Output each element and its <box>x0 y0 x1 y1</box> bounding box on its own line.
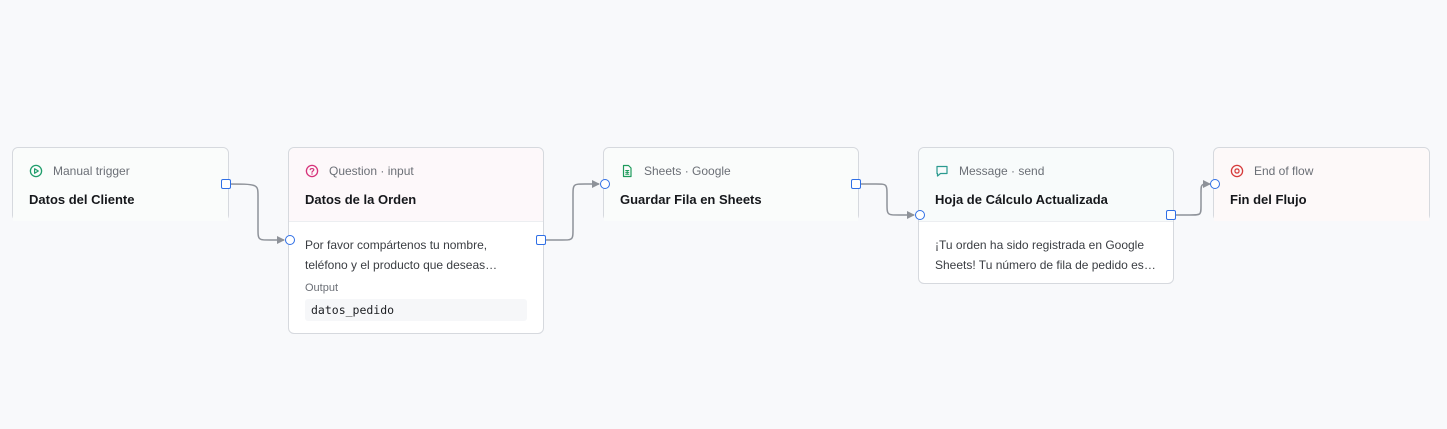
spreadsheet-icon <box>620 164 634 178</box>
node-end-of-flow[interactable]: End of flow Fin del Flujo <box>1210 147 1430 221</box>
input-port[interactable] <box>285 235 295 245</box>
output-port[interactable] <box>851 179 861 189</box>
flow-canvas[interactable]: Manual trigger Datos del Cliente Questio… <box>0 0 1447 429</box>
node-kind-label: Message · send <box>959 164 1045 178</box>
node-question-input[interactable]: Question · input Datos de la Orden Por f… <box>285 147 546 334</box>
output-label: Output <box>305 282 339 294</box>
node-title: Fin del Flujo <box>1230 192 1307 207</box>
node-sheets-google[interactable]: Sheets · Google Guardar Fila en Sheets <box>600 147 861 221</box>
node-kind-label: End of flow <box>1254 164 1314 178</box>
node-manual-trigger[interactable]: Manual trigger Datos del Cliente <box>12 147 231 221</box>
output-port[interactable] <box>536 235 546 245</box>
node-title: Guardar Fila en Sheets <box>620 192 762 207</box>
edge-n1-n2 <box>225 183 285 244</box>
node-body: Por favor compártenos tu nombre, teléfon… <box>289 221 543 321</box>
edge-n2-n3 <box>541 180 600 241</box>
edge-n4-n5 <box>1171 180 1211 216</box>
node-kind-label: Manual trigger <box>53 164 130 178</box>
play-circle-icon <box>29 164 43 178</box>
edge-n3-n4 <box>856 183 915 219</box>
question-circle-icon <box>305 164 319 178</box>
node-kind-label: Sheets · Google <box>644 164 731 178</box>
node-title: Hoja de Cálculo Actualizada <box>935 192 1108 207</box>
node-description: Por favor compártenos tu nombre, teléfon… <box>305 238 488 272</box>
node-message-send[interactable]: Message · send Hoja de Cálculo Actualiza… <box>915 147 1176 284</box>
node-title: Datos del Cliente <box>29 192 135 207</box>
message-bubble-icon <box>935 164 949 178</box>
node-title: Datos de la Orden <box>305 192 417 207</box>
node-body: ¡Tu orden ha sido registrada en Google S… <box>919 221 1173 275</box>
input-port[interactable] <box>915 210 925 220</box>
input-port[interactable] <box>1210 179 1220 189</box>
stop-circle-icon <box>1230 164 1244 178</box>
output-port[interactable] <box>1166 210 1176 220</box>
node-kind-label: Question · input <box>329 164 414 178</box>
input-port[interactable] <box>600 179 610 189</box>
node-description: ¡Tu orden ha sido registrada en Google S… <box>935 238 1157 272</box>
output-port[interactable] <box>221 179 231 189</box>
output-variable: datos_pedido <box>305 299 527 321</box>
